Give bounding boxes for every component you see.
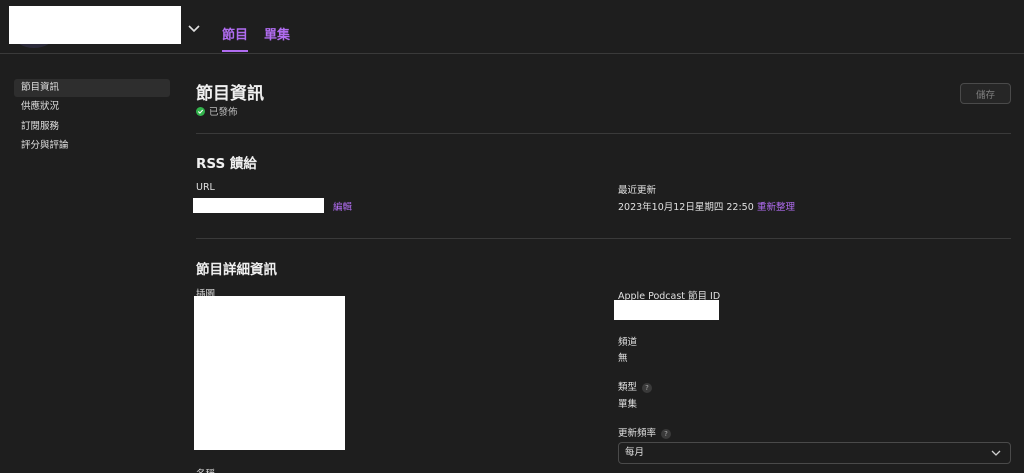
divider (196, 133, 1011, 134)
last-updated-value: 2023年10月12日星期四 22:50 (618, 202, 754, 213)
chevron-down-icon (991, 450, 1001, 456)
status-badge: 已發佈 (196, 104, 238, 118)
status-text: 已發佈 (209, 107, 238, 118)
frequency-select-value: 每月 (625, 447, 645, 458)
page-title: 節目資訊 (196, 84, 264, 104)
sidebar-item-availability[interactable]: 供應狀況 (14, 98, 170, 116)
frequency-label: 更新頻率? (618, 425, 672, 439)
name-label: 名稱 (196, 466, 215, 473)
channel-value: 無 (618, 353, 628, 364)
frequency-select[interactable]: 每月 (618, 442, 1011, 464)
tab-show[interactable]: 節目 (222, 24, 248, 43)
sidebar-item-subscriptions[interactable]: 訂閱服務 (14, 118, 170, 136)
redacted-url (193, 198, 324, 213)
tab-episodes[interactable]: 單集 (264, 24, 290, 43)
section-title-details: 節目詳細資訊 (196, 262, 277, 278)
active-tab-indicator (222, 50, 248, 52)
divider (196, 238, 1011, 239)
sidebar-item-show-info[interactable]: 節目資訊 (14, 79, 170, 97)
type-label-text: 類型 (618, 382, 638, 393)
url-label: URL (196, 182, 215, 193)
chevron-down-icon[interactable] (186, 21, 202, 37)
redacted-show-name (9, 6, 181, 44)
frequency-label-text: 更新頻率 (618, 428, 657, 439)
refresh-link[interactable]: 重新整理 (757, 199, 795, 213)
edit-link[interactable]: 編輯 (333, 199, 352, 213)
type-value: 單集 (618, 399, 638, 410)
redacted-podcast-id (614, 300, 719, 320)
help-icon[interactable]: ? (642, 382, 653, 393)
help-icon[interactable]: ? (661, 428, 672, 439)
channel-label: 頻道 (618, 337, 638, 348)
redacted-artwork[interactable] (194, 296, 345, 450)
sidebar-item-ratings-reviews[interactable]: 評分與評論 (14, 137, 170, 155)
check-circle-icon (196, 106, 205, 116)
save-button[interactable]: 儲存 (960, 83, 1011, 104)
section-title-rss: RSS 饋給 (196, 156, 257, 172)
type-label: 類型? (618, 379, 653, 393)
last-updated-label: 最近更新 (618, 185, 657, 196)
top-bar: 節目 單集 (0, 0, 1024, 54)
